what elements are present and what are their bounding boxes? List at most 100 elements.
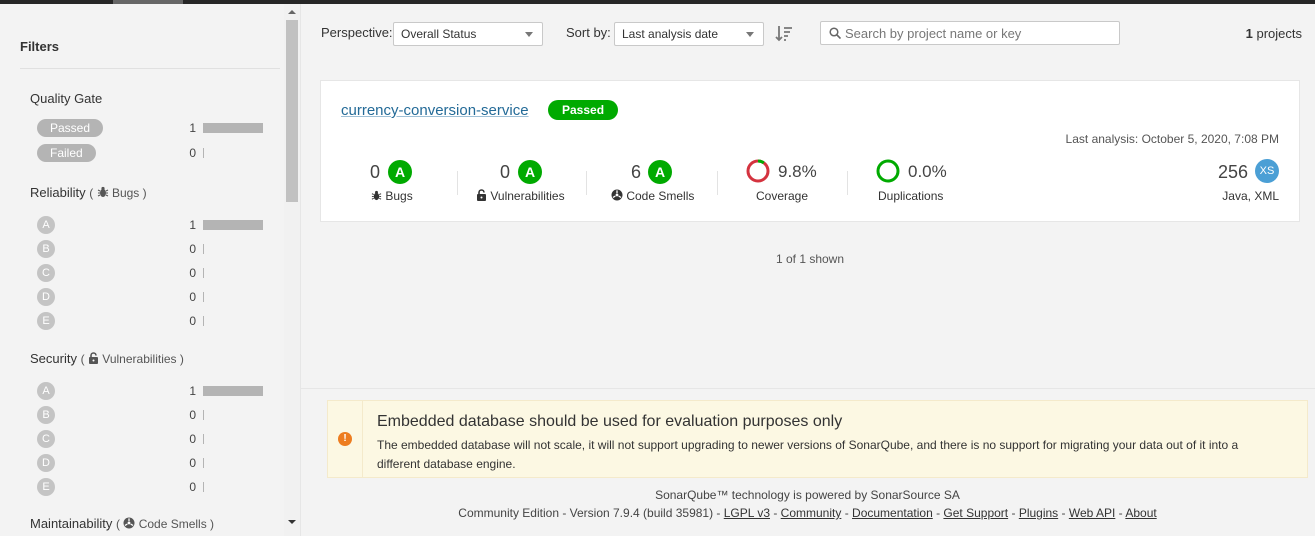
search-input[interactable]	[845, 24, 1115, 42]
reliability-sub-text: Bugs	[111, 186, 140, 200]
code-smells-label: Code Smells	[611, 189, 694, 203]
footer-link-web-api[interactable]: Web API	[1069, 506, 1115, 520]
reliability-rating-e-option[interactable]: E	[37, 312, 55, 330]
reliability-rating-badge[interactable]: A	[388, 160, 412, 184]
facet-passed-option[interactable]: Passed	[37, 119, 104, 137]
footer-link-about[interactable]: About	[1125, 506, 1156, 520]
pagination-shown-count: 1 of 1 shown	[775, 252, 845, 266]
duplications-donut-icon[interactable]	[876, 159, 900, 183]
alert-message: The embedded database will not scale, it…	[377, 438, 1239, 471]
facet-count: 1	[189, 384, 196, 398]
bugs-label: Bugs	[371, 189, 413, 203]
facet-bar	[203, 292, 204, 302]
facet-bar	[203, 458, 204, 468]
maintainability-facet-title[interactable]: Maintainability ( Code Smells )	[30, 516, 214, 531]
footer-separator: -	[1008, 506, 1019, 520]
scroll-up-arrow-icon[interactable]	[288, 10, 296, 14]
reliability-rating-c-option[interactable]: C	[37, 264, 55, 282]
duplications-value[interactable]: 0.0%	[908, 162, 947, 182]
scrollbar-thumb[interactable]	[286, 20, 298, 202]
footer-link-get-support[interactable]: Get Support	[943, 506, 1008, 520]
lines-of-code-value[interactable]: 256	[1218, 162, 1248, 183]
security-rating-e-option[interactable]: E	[37, 478, 55, 496]
lock-icon	[88, 352, 98, 364]
perspective-select[interactable]: Overall Status	[393, 22, 543, 46]
metric-separator	[847, 171, 848, 195]
coverage-label: Coverage	[756, 189, 809, 203]
metric-separator	[457, 171, 458, 195]
quality-gate-status-badge: Passed	[548, 100, 619, 120]
bug-icon	[97, 186, 108, 197]
footer-separator: -	[841, 506, 853, 520]
footer-link-lgpl-v3[interactable]: LGPL v3	[724, 506, 770, 520]
footer-links: Community Edition - Version 7.9.4 (build…	[300, 506, 1315, 520]
search-box[interactable]	[820, 21, 1120, 45]
security-sub-text: Vulnerabilities	[102, 352, 177, 366]
warning-alert: ! Embedded database should be used for e…	[327, 400, 1308, 478]
security-rating-badge[interactable]: A	[518, 160, 542, 184]
bugs-count[interactable]: 0	[370, 162, 380, 183]
quality-gate-facet-title[interactable]: Quality Gate	[30, 91, 102, 106]
reliability-facet-title[interactable]: Reliability ( Bugs )	[30, 185, 147, 200]
facet-bar	[203, 268, 204, 278]
facet-count: 0	[189, 290, 196, 304]
coverage-value[interactable]: 9.8%	[778, 162, 817, 182]
perspective-label: Perspective:	[321, 25, 393, 40]
facet-failed-option[interactable]: Failed	[37, 144, 96, 162]
facet-bar	[203, 410, 204, 420]
security-rating-c-option[interactable]: C	[37, 430, 55, 448]
facet-count: 1	[189, 218, 196, 232]
filters-divider	[20, 68, 280, 69]
sort-value: Last analysis date	[622, 27, 719, 41]
scroll-down-arrow-icon[interactable]	[288, 520, 296, 524]
lock-icon	[477, 189, 486, 201]
last-analysis-date: Last analysis: October 5, 2020, 7:08 PM	[1065, 132, 1279, 146]
chevron-down-icon	[525, 32, 533, 37]
code-smell-icon	[611, 189, 623, 201]
maintainability-rating-badge[interactable]: A	[648, 160, 672, 184]
facet-count: 0	[189, 146, 196, 160]
footer-separator: -	[1115, 506, 1126, 520]
facet-count: 0	[189, 480, 196, 494]
size-rating-badge: XS	[1255, 159, 1279, 183]
sort-select[interactable]: Last analysis date	[614, 22, 764, 46]
footer-link-documentation[interactable]: Documentation	[852, 506, 933, 520]
reliability-rating-b-option[interactable]: B	[37, 240, 55, 258]
footer-link-plugins[interactable]: Plugins	[1019, 506, 1058, 520]
chevron-down-icon	[746, 32, 754, 37]
facet-bar	[203, 316, 204, 326]
security-rating-d-option[interactable]: D	[37, 454, 55, 472]
metric-separator	[586, 171, 587, 195]
code-smells-count[interactable]: 6	[631, 162, 641, 183]
facet-bar	[203, 123, 263, 133]
vulnerabilities-label: Vulnerabilities	[476, 189, 565, 203]
projects-count-suffix: projects	[1252, 26, 1302, 41]
security-rating-b-option[interactable]: B	[37, 406, 55, 424]
security-facet-title[interactable]: Security ( Vulnerabilities )	[30, 351, 184, 366]
reliability-rating-a-option[interactable]: A	[37, 216, 55, 234]
security-rating-a-option[interactable]: A	[37, 382, 55, 400]
bug-icon	[371, 190, 382, 201]
projects-count-number: 1	[1245, 26, 1253, 41]
perspective-value: Overall Status	[401, 27, 477, 41]
coverage-donut-icon[interactable]	[746, 159, 770, 183]
facet-bar	[203, 244, 204, 254]
code-smell-icon	[123, 517, 135, 529]
maintainability-sub-text: Code Smells	[138, 517, 207, 531]
vulnerabilities-count[interactable]: 0	[500, 162, 510, 183]
project-name-link[interactable]: currency-conversion-service	[341, 102, 529, 119]
facet-bar	[203, 434, 204, 444]
maintainability-title-text: Maintainability	[30, 516, 113, 531]
footer-link-community[interactable]: Community	[781, 506, 842, 520]
languages-label: Java, XML	[1222, 189, 1279, 203]
reliability-rating-d-option[interactable]: D	[37, 288, 55, 306]
footer-separator: -	[770, 506, 781, 520]
facet-bar	[203, 482, 204, 492]
facet-count: 0	[189, 456, 196, 470]
footer-powered-by: SonarQube™ technology is powered by Sona…	[655, 488, 960, 502]
sort-direction-icon[interactable]	[775, 25, 793, 43]
warning-icon: !	[338, 432, 352, 446]
facet-count: 0	[189, 432, 196, 446]
sidebar-scrollbar[interactable]	[284, 4, 300, 536]
search-icon	[829, 27, 841, 39]
